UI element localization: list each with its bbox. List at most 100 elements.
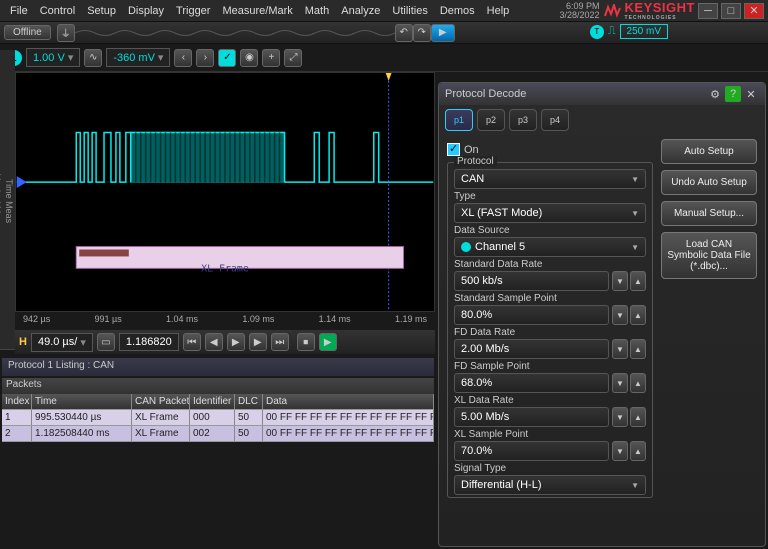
down-icon[interactable]: ▼ (612, 407, 628, 427)
trigger-level[interactable]: 250 mV (620, 24, 668, 39)
time-axis: 942 µs991 µs1.04 ms1.09 ms1.14 ms1.19 ms (15, 312, 435, 330)
menu-control[interactable]: Control (34, 3, 81, 19)
step-fwd-icon[interactable]: ▶ (249, 333, 267, 351)
std-sp-field[interactable]: 80.0% (454, 305, 609, 325)
panel-titlebar[interactable]: Protocol Decode ⚙ ? ✕ (439, 83, 765, 105)
xl-sp-field[interactable]: 70.0% (454, 441, 609, 461)
fd-rate-field[interactable]: 2.00 Mb/s (454, 339, 609, 359)
up-icon[interactable]: ▲ (630, 339, 646, 359)
timebase-pos[interactable]: 1.186820 (119, 333, 179, 351)
status-offline[interactable]: Offline (4, 25, 51, 40)
protocol-tabs: p1 p2 p3 p4 (439, 105, 765, 135)
chevron-down-icon: ▼ (631, 481, 639, 490)
menu-file[interactable]: File (4, 3, 34, 19)
play-icon[interactable]: ▶ (227, 333, 245, 351)
step-back-icon[interactable]: ◀ (205, 333, 223, 351)
minimize-button[interactable]: ─ (698, 3, 718, 19)
down-icon[interactable]: ▼ (612, 271, 628, 291)
gear-icon[interactable]: ⚙ (707, 86, 723, 102)
up-icon[interactable]: ▲ (630, 441, 646, 461)
timebase-scale[interactable]: 49.0 µs/▾ (31, 333, 93, 352)
up-icon[interactable]: ▲ (630, 407, 646, 427)
tab-p4[interactable]: p4 (541, 109, 569, 131)
offset-field[interactable]: -360 mV▾ (106, 48, 170, 67)
down-icon[interactable]: ▼ (612, 373, 628, 393)
down-icon[interactable]: ▼ (612, 441, 628, 461)
menu-utilities[interactable]: Utilities (386, 3, 433, 19)
packet-table: Index Time CAN Packet Identifier DLC Dat… (2, 394, 434, 442)
redo-icon[interactable]: ↷ (413, 24, 431, 42)
chevron-right-icon[interactable]: › (196, 49, 214, 67)
circle-dot-icon[interactable]: ◉ (240, 49, 258, 67)
listing-header: Protocol 1 Listing : CAN (2, 358, 434, 376)
trigger-channel-badge: T (590, 25, 604, 39)
maximize-button[interactable]: □ (721, 3, 741, 19)
chevron-down-icon: ▼ (631, 175, 639, 184)
table-header: Index Time CAN Packet Identifier DLC Dat… (2, 394, 434, 410)
menu-trigger[interactable]: Trigger (170, 3, 216, 19)
clock: 6:09 PM3/28/2022 (559, 2, 603, 20)
xl-rate-field[interactable]: 5.00 Mb/s (454, 407, 609, 427)
panel-close-icon[interactable]: ✕ (743, 86, 759, 102)
protocol-decode-panel: Protocol Decode ⚙ ? ✕ p1 p2 p3 p4 On Pro… (438, 82, 766, 547)
packets-label: Packets (2, 378, 434, 394)
chevron-left-icon[interactable]: ‹ (174, 49, 192, 67)
tab-p3[interactable]: p3 (509, 109, 537, 131)
help-icon[interactable]: ? (725, 86, 741, 102)
ffwd-icon[interactable]: ⏭ (271, 333, 289, 351)
menu-math[interactable]: Math (299, 3, 335, 19)
fd-sp-field[interactable]: 68.0% (454, 373, 609, 393)
expand-icon[interactable]: ⤢ (284, 49, 302, 67)
protocol-select[interactable]: CAN▼ (454, 169, 646, 189)
channel-color-icon (461, 242, 471, 252)
undo-icon[interactable]: ↶ (395, 24, 413, 42)
type-select[interactable]: XL (FAST Mode)▼ (454, 203, 646, 223)
undo-auto-setup-button[interactable]: Undo Auto Setup (661, 170, 757, 195)
coupling-icon[interactable]: ∿ (84, 49, 102, 67)
menu-analyze[interactable]: Analyze (335, 3, 386, 19)
status-bar: Offline ⏚ T ⎍ 250 mV ↶ ↷ ▶ (0, 22, 768, 44)
menu-demos[interactable]: Demos (434, 3, 481, 19)
down-icon[interactable]: ▼ (612, 339, 628, 359)
load-dbc-button[interactable]: Load CAN Symbolic Data File (*.dbc)... (661, 232, 757, 279)
menu-measure[interactable]: Measure/Mark (216, 3, 298, 19)
zoom-icon[interactable]: ▭ (97, 333, 115, 351)
table-row[interactable]: 2 1.182508440 ms XL Frame 002 50 00 FF F… (2, 426, 434, 442)
menu-display[interactable]: Display (122, 3, 170, 19)
waveform-display[interactable]: XL Frame (15, 72, 435, 312)
chevron-down-icon: ▼ (631, 209, 639, 218)
run-button[interactable]: ▶ (431, 24, 455, 42)
plus-icon[interactable]: + (262, 49, 280, 67)
stop-icon[interactable]: ⏹ (297, 333, 315, 351)
rising-edge-icon: ⎍ (608, 25, 616, 38)
menu-help[interactable]: Help (481, 3, 516, 19)
tab-time-meas[interactable]: Time Meas (3, 54, 15, 350)
up-icon[interactable]: ▲ (630, 373, 646, 393)
tab-p2[interactable]: p2 (477, 109, 505, 131)
up-icon[interactable]: ▲ (630, 305, 646, 325)
vdiv-field[interactable]: 1.00 V▾ (26, 48, 80, 67)
manual-setup-button[interactable]: Manual Setup... (661, 201, 757, 226)
std-rate-field[interactable]: 500 kb/s (454, 271, 609, 291)
menubar: File Control Setup Display Trigger Measu… (0, 0, 768, 22)
tab-p1[interactable]: p1 (445, 109, 473, 131)
overview-wave (75, 26, 395, 40)
rewind-icon[interactable]: ⏮ (183, 333, 201, 351)
chevron-down-icon: ▼ (631, 243, 639, 252)
horizontal-badge: H (19, 336, 27, 348)
trigger-readout: T ⎍ 250 mV (590, 24, 668, 39)
source-select[interactable]: Channel 5▼ (454, 237, 646, 257)
svg-text:XL Frame: XL Frame (201, 263, 249, 274)
ground-icon[interactable]: ⏚ (57, 24, 75, 42)
menu-setup[interactable]: Setup (81, 3, 122, 19)
up-icon[interactable]: ▲ (630, 271, 646, 291)
table-row[interactable]: 1 995.530440 µs XL Frame 000 50 00 FF FF… (2, 410, 434, 426)
down-icon[interactable]: ▼ (612, 305, 628, 325)
tab-vertical-meas[interactable]: Vertical Meas (0, 54, 3, 350)
run-stop-icon[interactable]: ▶ (319, 333, 337, 351)
close-button[interactable]: ✕ (744, 3, 764, 19)
auto-setup-button[interactable]: Auto Setup (661, 139, 757, 164)
circle-check-icon[interactable]: ✓ (218, 49, 236, 67)
signal-select[interactable]: Differential (H-L)▼ (454, 475, 646, 495)
horizontal-controls: H 49.0 µs/▾ ▭ 1.186820 ⏮ ◀ ▶ ▶ ⏭ ⏹ ▶ (15, 330, 435, 354)
